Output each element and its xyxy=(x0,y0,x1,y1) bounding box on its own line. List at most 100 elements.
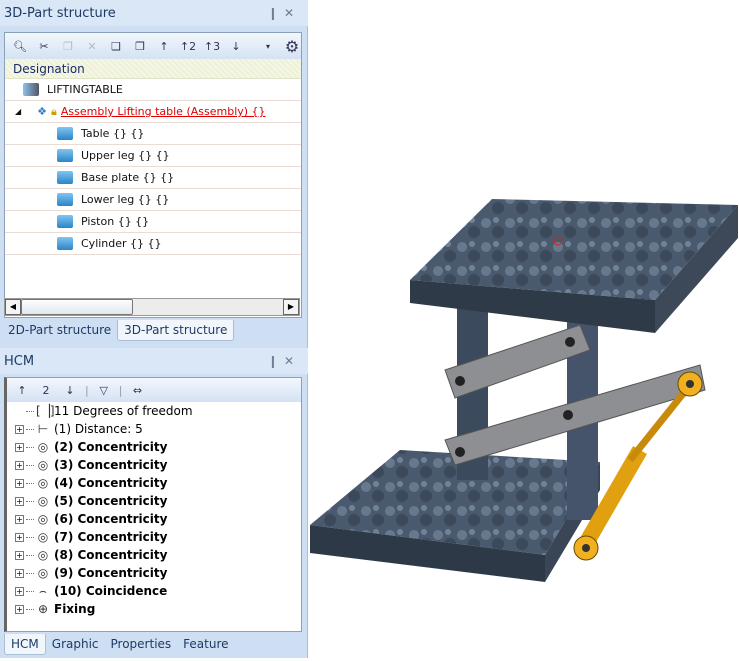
expand-icon[interactable]: + xyxy=(15,586,24,596)
item-label: (9) Concentricity xyxy=(54,566,168,580)
filter-icon[interactable]: ▽ xyxy=(95,381,113,399)
expand-icon[interactable]: + xyxy=(15,550,24,560)
tab-feature[interactable]: Feature xyxy=(177,634,234,655)
tree-item-constraint[interactable]: + ◎ (7) Concentricity xyxy=(7,528,301,546)
lifting-table-model[interactable] xyxy=(309,0,739,658)
tree-line xyxy=(26,518,34,520)
constraint-icon: ◎ xyxy=(37,476,49,490)
delete-icon[interactable]: ✕ xyxy=(83,37,101,55)
expand-icon[interactable]: + xyxy=(15,604,24,614)
tree-line xyxy=(26,554,34,556)
expand-icon[interactable]: ↓ xyxy=(61,381,79,399)
tree-item-constraint[interactable]: + ◎ (6) Concentricity xyxy=(7,510,301,528)
expand-2-icon[interactable]: ↑2 xyxy=(179,37,197,55)
tree-item-assembly[interactable]: ◢ ❖ 🔒︎ Assembly Lifting table (Assembly)… xyxy=(5,101,301,123)
tree-item-part[interactable]: Cylinder {} {} xyxy=(5,233,301,255)
tab-2d-part-structure[interactable]: 2D-Part structure xyxy=(2,320,117,341)
paste-special-icon[interactable]: ❒ xyxy=(131,37,149,55)
item-label: Fixing xyxy=(54,602,96,616)
scroll-right-icon[interactable]: ▶ xyxy=(283,299,299,315)
constraint-icon: ⊢ xyxy=(37,422,49,436)
constraint-icon: ◎ xyxy=(37,458,49,472)
tree-item-constraint[interactable]: + ◎ (2) Concentricity xyxy=(7,438,301,456)
close-icon[interactable]: ✕ xyxy=(284,354,300,368)
level-2-icon[interactable]: 2 xyxy=(37,381,55,399)
tree-item-constraint[interactable]: + ◎ (3) Concentricity xyxy=(7,456,301,474)
gear-icon[interactable]: ⚙ xyxy=(283,37,301,56)
part-toolbar: 🔍︎ ✂ ❐ ✕ ❑ ❒ ↑ ↑2 ↑3 ↓ ▾ ⚙ xyxy=(5,33,301,59)
swap-icon[interactable]: ⇔ xyxy=(128,381,146,399)
tree-line xyxy=(26,500,34,502)
scroll-left-icon[interactable]: ◀ xyxy=(5,299,21,315)
horizontal-scrollbar[interactable]: ◀ ▶ xyxy=(4,298,300,316)
overflow-icon[interactable]: ▾ xyxy=(259,37,277,55)
collapse-arrow-icon[interactable]: ◢ xyxy=(15,107,21,116)
hcm-toolbar: ↑ 2 ↓ | ▽ | ⇔ xyxy=(7,378,301,402)
expand-3-icon[interactable]: ↑3 xyxy=(203,37,221,55)
pin-icon[interactable]: ❙ xyxy=(268,354,284,368)
dof-icon: [▕] xyxy=(36,404,55,418)
tree-item-constraint[interactable]: + ◎ (8) Concentricity xyxy=(7,546,301,564)
tab-properties[interactable]: Properties xyxy=(105,634,178,655)
search-icon[interactable]: 🔍︎ xyxy=(11,37,29,55)
tree-item-dof[interactable]: [▕] 11 Degrees of freedom xyxy=(7,402,301,420)
collapse-1-icon[interactable]: ↑ xyxy=(155,37,173,55)
hcm-panel: ↑ 2 ↓ | ▽ | ⇔ [▕] 11 Degrees of freedom … xyxy=(4,377,302,632)
copy-icon[interactable]: ❐ xyxy=(59,37,77,55)
tree-item-constraint[interactable]: + ◎ (4) Concentricity xyxy=(7,474,301,492)
tree-item-part[interactable]: Base plate {} {} xyxy=(5,167,301,189)
tree-item-constraint[interactable]: + ◎ (5) Concentricity xyxy=(7,492,301,510)
tree-item-part[interactable]: Upper leg {} {} xyxy=(5,145,301,167)
tab-hcm[interactable]: HCM xyxy=(4,634,46,655)
expand-icon[interactable]: + xyxy=(15,532,24,542)
item-label: (6) Concentricity xyxy=(54,512,168,526)
panel-title: 3D-Part structure xyxy=(4,6,116,21)
item-label: (8) Concentricity xyxy=(54,548,168,562)
expand-icon[interactable]: + xyxy=(15,424,24,434)
tree-item-constraint[interactable]: + ⌢ (10) Coincidence xyxy=(7,582,301,600)
item-label: (7) Concentricity xyxy=(54,530,168,544)
part-icon xyxy=(57,127,73,140)
expand-icon[interactable]: + xyxy=(15,478,24,488)
expand-all-icon[interactable]: ↓ xyxy=(227,37,245,55)
part-icon xyxy=(57,171,73,184)
item-label: (2) Concentricity xyxy=(54,440,168,454)
tree-item-part[interactable]: Lower leg {} {} xyxy=(5,189,301,211)
pin-icon[interactable]: ❙ xyxy=(268,6,284,20)
item-label: Lower leg {} {} xyxy=(81,193,170,206)
paste-icon[interactable]: ❑ xyxy=(107,37,125,55)
base-plate xyxy=(310,450,600,582)
collapse-icon[interactable]: ↑ xyxy=(13,381,31,399)
part-icon xyxy=(57,215,73,228)
item-label: Piston {} {} xyxy=(81,215,150,228)
cut-icon[interactable]: ✂ xyxy=(35,37,53,55)
item-label: (1) Distance: 5 xyxy=(54,422,143,436)
close-icon[interactable]: ✕ xyxy=(284,6,300,20)
tree-line xyxy=(26,536,34,538)
part-structure-titlebar: 3D-Part structure ❙✕ xyxy=(0,0,308,26)
expand-icon[interactable]: + xyxy=(15,442,24,452)
expand-icon[interactable]: + xyxy=(15,514,24,524)
lock-icon: 🔒︎ xyxy=(51,104,57,118)
expand-icon[interactable]: + xyxy=(15,460,24,470)
tree-line xyxy=(26,482,34,484)
tree-item-constraint[interactable]: + ⊢ (1) Distance: 5 xyxy=(7,420,301,438)
panel-title: HCM xyxy=(4,354,35,369)
tab-graphic[interactable]: Graphic xyxy=(46,634,105,655)
item-label: (10) Coincidence xyxy=(54,584,168,598)
tree-item-root[interactable]: LIFTINGTABLE xyxy=(5,79,301,101)
tree-item-constraint[interactable]: + ⊕ Fixing xyxy=(7,600,301,618)
assembly-icon: ❖ xyxy=(37,105,48,118)
tab-3d-part-structure[interactable]: 3D-Part structure xyxy=(117,320,235,341)
item-label: (5) Concentricity xyxy=(54,494,168,508)
tree-item-part[interactable]: Piston {} {} xyxy=(5,211,301,233)
constraint-icon: ◎ xyxy=(37,512,49,526)
column-header-designation[interactable]: Designation xyxy=(5,59,301,79)
tree-item-part[interactable]: Table {} {} xyxy=(5,123,301,145)
3d-viewport[interactable] xyxy=(309,0,739,658)
expand-icon[interactable]: + xyxy=(15,568,24,578)
expand-icon[interactable]: + xyxy=(15,496,24,506)
tree-item-constraint[interactable]: + ◎ (9) Concentricity xyxy=(7,564,301,582)
scroll-thumb[interactable] xyxy=(21,299,133,315)
item-label: Upper leg {} {} xyxy=(81,149,170,162)
